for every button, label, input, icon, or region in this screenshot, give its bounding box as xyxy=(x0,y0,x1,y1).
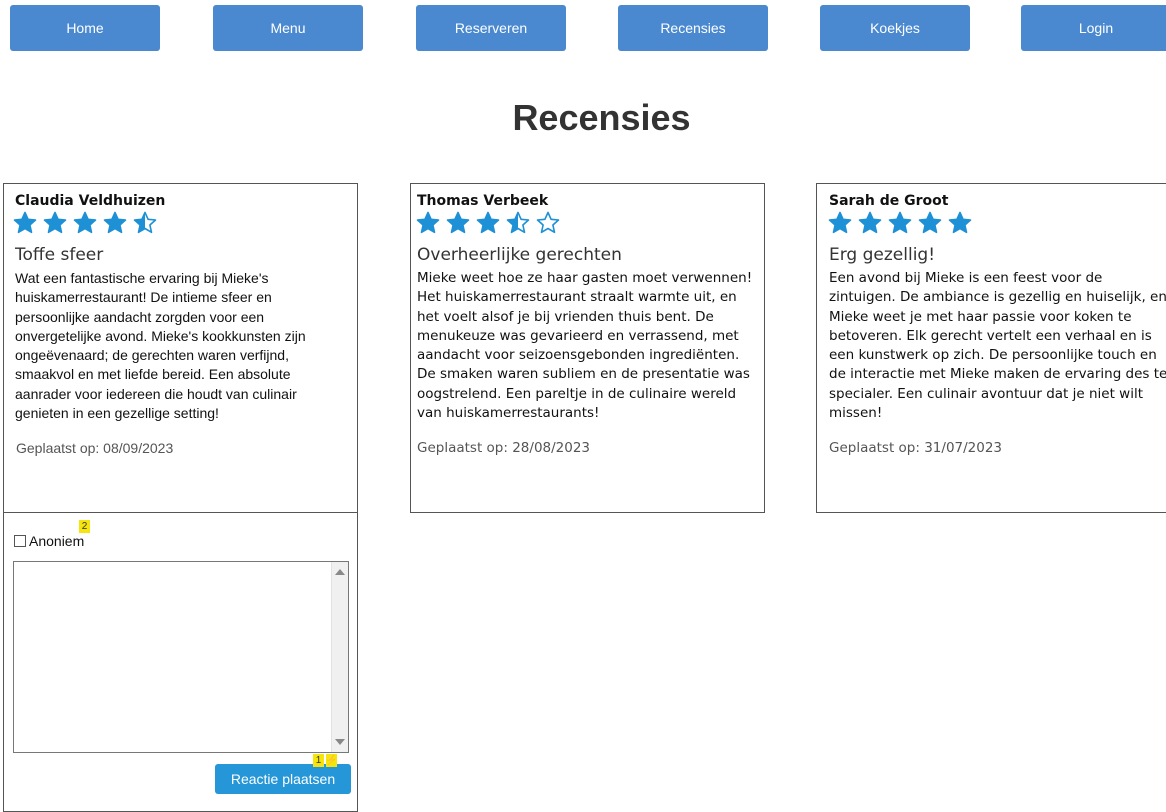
review-body: Een avond bij Mieke is een feest voor de… xyxy=(829,270,1166,422)
star-half-icon xyxy=(506,211,530,234)
review-date: Geplaatst op: 08/09/2023 xyxy=(16,440,174,456)
star-rating xyxy=(13,209,173,237)
review-body: Wat een fantastische ervaring bij Mieke'… xyxy=(15,270,306,422)
nav-menu-button[interactable]: Menu xyxy=(213,5,363,51)
nav-reserveren-button[interactable]: Reserveren xyxy=(416,5,566,51)
comment-textarea[interactable] xyxy=(13,561,349,753)
star-empty-icon xyxy=(536,211,560,234)
star-full-icon xyxy=(828,211,852,234)
review-card: Thomas Verbeek Overheerlijke gerechten M… xyxy=(410,183,765,513)
nav-koekjes-button[interactable]: Koekjes xyxy=(820,5,970,51)
star-full-icon xyxy=(918,211,942,234)
marker-lightning-icon: ⚡ xyxy=(325,754,338,767)
star-full-icon xyxy=(858,211,882,234)
textarea-scrollbar[interactable] xyxy=(331,562,348,752)
star-full-icon xyxy=(416,211,440,234)
star-rating xyxy=(828,209,988,237)
comment-form: Anoniem 2 Reactie plaatsen 1 ⚡ xyxy=(3,512,358,812)
review-body: Mieke weet hoe ze haar gasten moet verwe… xyxy=(417,270,753,422)
star-full-icon xyxy=(73,211,97,234)
star-full-icon xyxy=(446,211,470,234)
star-rating xyxy=(416,209,576,237)
marker-1: 1 xyxy=(313,754,324,767)
star-half-icon xyxy=(133,211,157,234)
nav-home-button[interactable]: Home xyxy=(10,5,160,51)
review-title: Overheerlijke gerechten xyxy=(417,245,622,265)
review-author: Thomas Verbeek xyxy=(417,193,549,209)
review-date: Geplaatst op: 31/07/2023 xyxy=(829,440,1003,456)
review-author: Claudia Veldhuizen xyxy=(15,193,166,209)
star-full-icon xyxy=(476,211,500,234)
review-title: Toffe sfeer xyxy=(15,245,104,265)
stars-svg xyxy=(13,211,157,234)
star-full-icon xyxy=(103,211,127,234)
marker-2: 2 xyxy=(79,520,90,533)
anonymous-checkbox[interactable] xyxy=(14,535,26,547)
review-date: Geplaatst op: 28/08/2023 xyxy=(417,440,591,456)
stars-svg xyxy=(828,211,972,234)
nav-login-button[interactable]: Login xyxy=(1021,5,1166,51)
star-full-icon xyxy=(888,211,912,234)
scroll-up-arrow-icon[interactable] xyxy=(335,569,345,575)
anonymous-label: Anoniem xyxy=(29,533,85,549)
star-full-icon xyxy=(43,211,67,234)
review-card: Claudia Veldhuizen Toffe sfeer Wat een f… xyxy=(3,183,358,513)
review-author: Sarah de Groot xyxy=(829,193,949,209)
review-title: Erg gezellig! xyxy=(829,245,936,265)
submit-comment-button[interactable]: Reactie plaatsen xyxy=(215,764,351,794)
anonymous-row: Anoniem xyxy=(14,533,84,549)
scroll-down-arrow-icon[interactable] xyxy=(335,739,345,745)
page-title: Recensies xyxy=(512,97,691,138)
star-full-icon xyxy=(13,211,37,234)
review-card: Sarah de Groot Erg gezellig! Een avond b… xyxy=(816,183,1166,513)
star-full-icon xyxy=(948,211,972,234)
textarea-value xyxy=(14,562,348,568)
stars-svg xyxy=(416,211,560,234)
nav-recensies-button[interactable]: Recensies xyxy=(618,5,768,51)
